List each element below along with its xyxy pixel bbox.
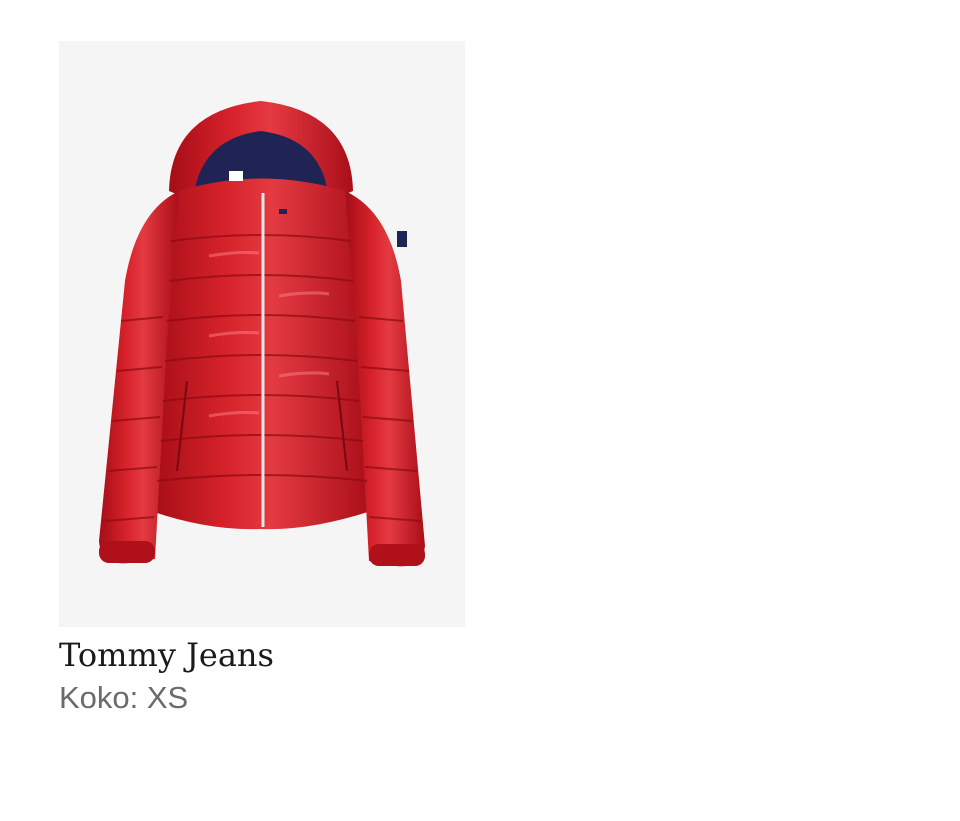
product-size: Koko: XS [59,680,189,715]
red-puffer-jacket-image [99,101,425,567]
product-image[interactable] [59,41,465,627]
product-card[interactable]: Tommy Jeans Koko: XS [59,41,465,717]
product-brand[interactable]: Tommy Jeans [59,635,465,675]
